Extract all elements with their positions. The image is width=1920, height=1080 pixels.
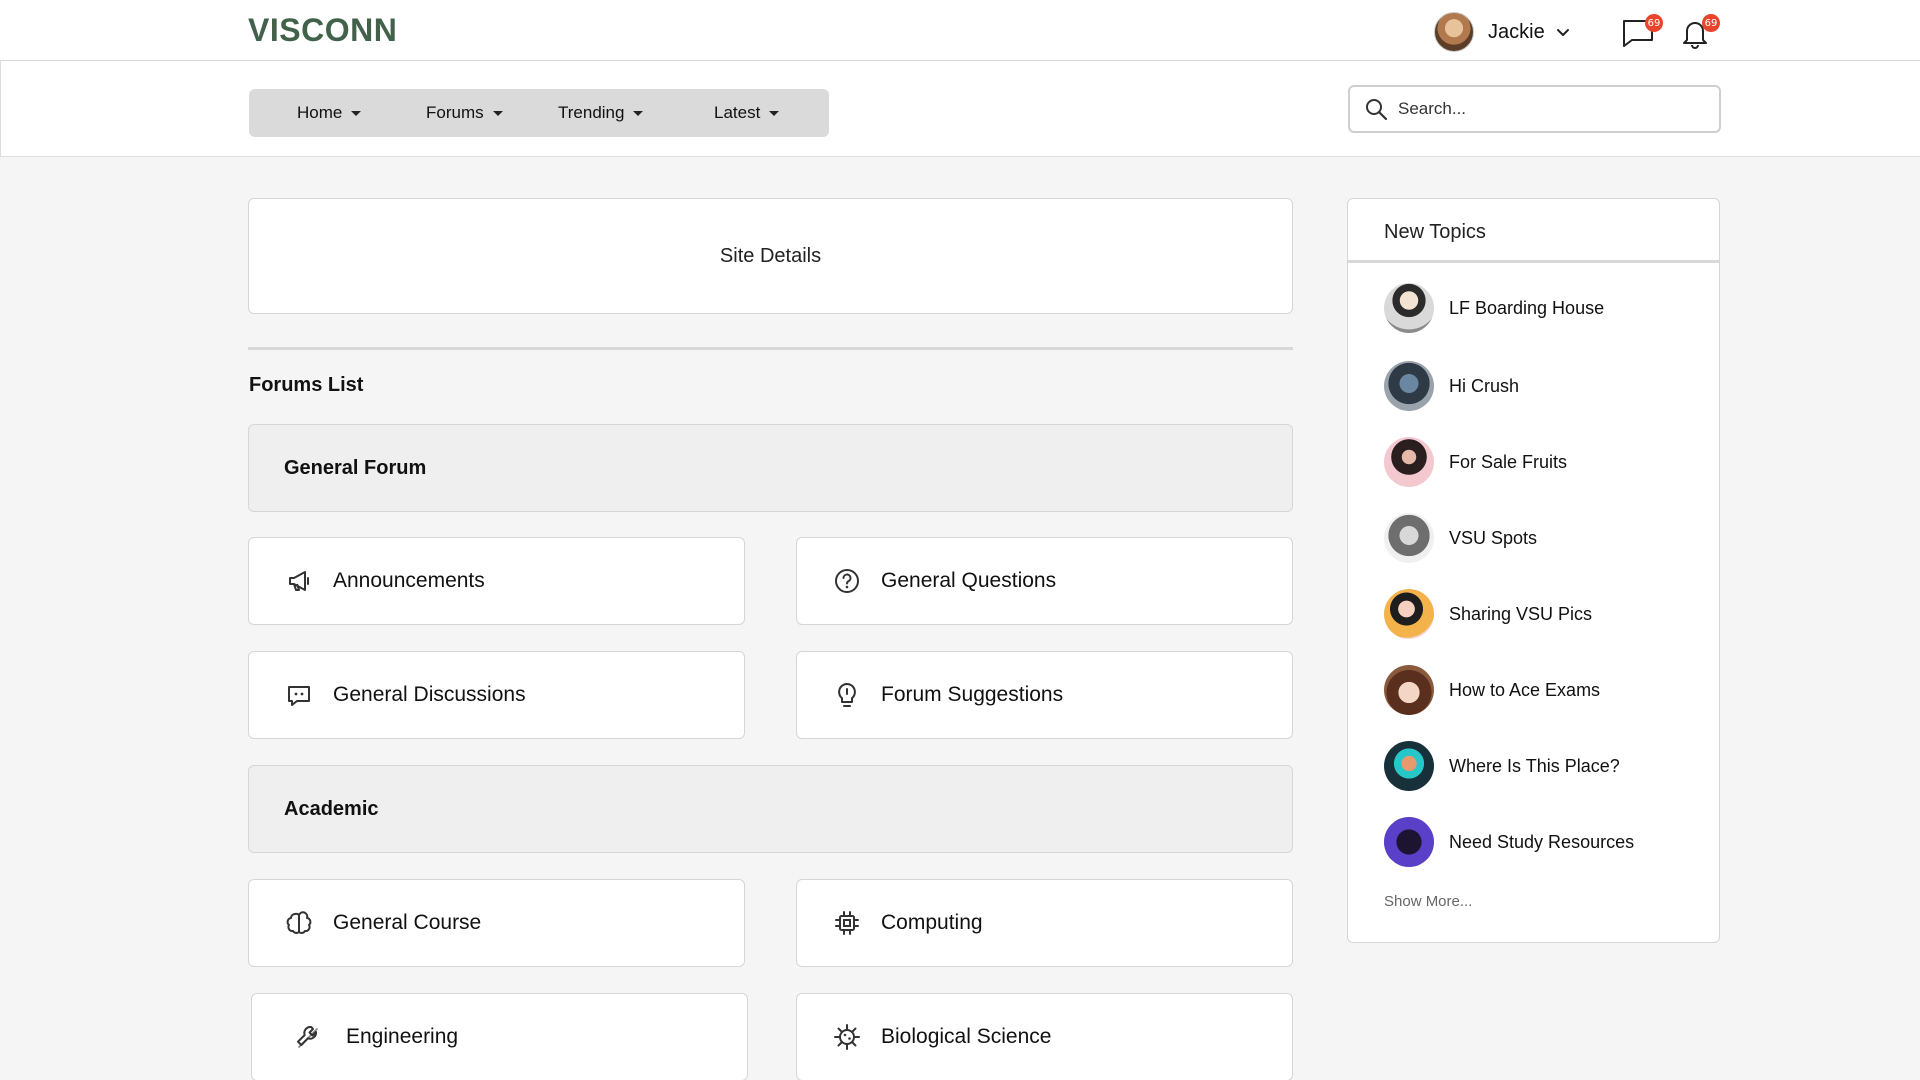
brain-icon: [285, 909, 313, 937]
forum-card-general-discussions[interactable]: General Discussions: [248, 651, 745, 739]
avatar: [1384, 513, 1434, 563]
caret-down-icon: [633, 110, 644, 116]
topic-item[interactable]: For Sale Fruits: [1384, 437, 1567, 487]
search-icon: [1366, 99, 1388, 121]
avatar: [1384, 817, 1434, 867]
chevron-down-icon: [1556, 29, 1569, 36]
caret-down-icon: [492, 110, 503, 116]
question-circle-icon: [833, 567, 861, 595]
avatar: [1384, 589, 1434, 639]
forum-label: General Questions: [881, 569, 1057, 592]
avatar: [1384, 361, 1434, 411]
avatar: [1384, 437, 1434, 487]
nav-trending[interactable]: Trending: [558, 89, 644, 137]
user-name: Jackie: [1488, 20, 1545, 43]
nav-band: Home Forums Trending Latest: [0, 61, 1920, 157]
site-logo[interactable]: VISCONN: [248, 12, 397, 49]
topic-label: LF Boarding House: [1449, 297, 1605, 318]
topic-label: VSU Spots: [1449, 527, 1538, 548]
topic-label: Sharing VSU Pics: [1449, 603, 1593, 624]
avatar: [1384, 741, 1434, 791]
top-header: VISCONN Jackie 69 69: [0, 0, 1920, 61]
user-menu[interactable]: Jackie: [1434, 11, 1571, 53]
section-academic[interactable]: Academic: [248, 765, 1293, 853]
forum-card-general-questions[interactable]: General Questions: [796, 537, 1293, 625]
forum-label: Computing: [881, 911, 983, 934]
search-input[interactable]: [1398, 99, 1698, 119]
forum-label: Engineering: [346, 1025, 459, 1048]
megaphone-icon: [285, 567, 313, 595]
avatar: [1384, 665, 1434, 715]
caret-down-icon: [351, 110, 362, 116]
show-more-link[interactable]: Show More...: [1384, 893, 1472, 910]
new-topics-title: New Topics: [1384, 221, 1486, 243]
lightbulb-icon: [833, 681, 861, 709]
nav-home[interactable]: Home: [297, 89, 362, 137]
nav-trending-label: Trending: [558, 103, 625, 122]
forum-card-computing[interactable]: Computing: [796, 879, 1293, 967]
main-nav: Home Forums Trending Latest: [249, 89, 829, 137]
topic-label: Need Study Resources: [1449, 831, 1635, 852]
topic-item[interactable]: Where Is This Place?: [1384, 741, 1620, 791]
notifications-button[interactable]: 69: [1678, 14, 1720, 52]
nav-forums-label: Forums: [426, 103, 484, 122]
forums-list-title: Forums List: [249, 374, 364, 396]
cpu-icon: [833, 909, 861, 937]
forum-label: Forum Suggestions: [881, 683, 1064, 706]
forum-card-biological-science[interactable]: Biological Science: [796, 993, 1293, 1080]
virus-icon: [833, 1023, 861, 1051]
wrench-icon: [294, 1023, 322, 1051]
forum-label: Announcements: [333, 569, 485, 592]
topic-item[interactable]: LF Boarding House: [1384, 283, 1604, 333]
topic-label: Where Is This Place?: [1449, 755, 1620, 776]
forum-card-forum-suggestions[interactable]: Forum Suggestions: [796, 651, 1293, 739]
topic-item[interactable]: VSU Spots: [1384, 513, 1537, 563]
site-details-label: Site Details: [719, 244, 822, 267]
divider: [1348, 260, 1719, 263]
forum-label: General Discussions: [333, 683, 526, 706]
divider: [248, 347, 1293, 350]
section-title: General Forum: [284, 456, 427, 479]
nav-latest-label: Latest: [714, 103, 761, 122]
user-avatar: [1434, 12, 1474, 52]
section-general-forum[interactable]: General Forum: [248, 424, 1293, 512]
topic-label: Hi Crush: [1449, 375, 1520, 396]
forum-card-general-course[interactable]: General Course: [248, 879, 745, 967]
forum-card-engineering[interactable]: Engineering: [251, 993, 748, 1080]
topic-item[interactable]: How to Ace Exams: [1384, 665, 1600, 715]
search-box: [1348, 85, 1721, 133]
forum-label: General Course: [333, 911, 482, 934]
caret-down-icon: [769, 110, 780, 116]
topic-item[interactable]: Hi Crush: [1384, 361, 1519, 411]
nav-home-label: Home: [297, 103, 343, 122]
messages-badge: 69: [1645, 14, 1663, 32]
notifications-badge: 69: [1702, 14, 1720, 32]
section-title: Academic: [284, 797, 379, 820]
topic-label: How to Ace Exams: [1449, 679, 1601, 700]
message-square-icon: [285, 681, 313, 709]
messages-button[interactable]: 69: [1621, 14, 1663, 52]
forum-card-announcements[interactable]: Announcements: [248, 537, 745, 625]
topic-item[interactable]: Sharing VSU Pics: [1384, 589, 1592, 639]
site-details-panel: Site Details: [248, 198, 1293, 314]
avatar: [1384, 283, 1434, 333]
topic-label: For Sale Fruits: [1449, 451, 1568, 472]
nav-latest[interactable]: Latest: [714, 89, 780, 137]
new-topics-panel: New Topics LF Boarding House Hi Crush Fo…: [1347, 198, 1720, 943]
nav-forums[interactable]: Forums: [426, 89, 503, 137]
topic-item[interactable]: Need Study Resources: [1384, 817, 1634, 867]
forum-label: Biological Science: [881, 1025, 1052, 1048]
